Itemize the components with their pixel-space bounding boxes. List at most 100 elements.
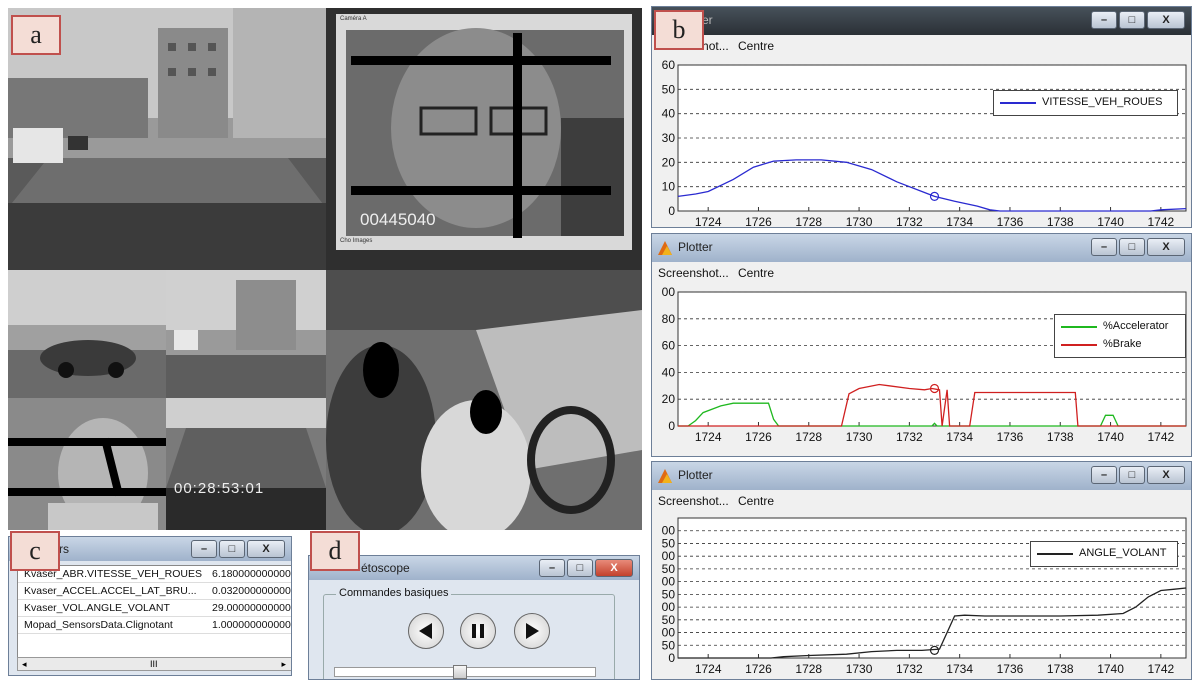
menu-screenshot[interactable]: Screenshot...: [658, 266, 729, 280]
x-tick-label: 1724: [695, 430, 722, 444]
x-tick-label: 1732: [896, 430, 923, 444]
close-button[interactable]: X: [247, 540, 285, 558]
minimize-button[interactable]: –: [1091, 238, 1117, 256]
maximize-button[interactable]: □: [567, 559, 593, 577]
video-mosaic: Caméra A 00445040 Cho Images 00:28:53:01: [8, 8, 642, 530]
x-tick-label: 1732: [896, 662, 923, 676]
scroll-grip-icon[interactable]: III: [150, 659, 158, 669]
minimize-button[interactable]: –: [191, 540, 217, 558]
y-tick-label: 30: [662, 131, 676, 145]
x-tick-label: 1740: [1097, 430, 1124, 444]
close-button[interactable]: X: [1147, 466, 1185, 484]
x-tick-label: 1730: [846, 215, 873, 227]
titlebar: Plotter – □ X: [652, 7, 1191, 35]
driver-side-camera: [8, 398, 166, 530]
signal-name: Kvaser_ACCEL.ACCEL_LAT_BRU...: [24, 585, 197, 597]
menu-centre[interactable]: Centre: [738, 494, 774, 508]
signal-name: Mopad_SensorsData.Clignotant: [24, 619, 173, 631]
x-tick-label: 1730: [846, 430, 873, 444]
driver-face-camera: Caméra A 00445040 Cho Images: [326, 8, 642, 270]
maximize-button[interactable]: □: [1119, 238, 1145, 256]
legend-label: VITESSE_VEH_ROUES: [1042, 96, 1163, 108]
magnetoscope-window: étoscope – □ X Commandes basiques: [308, 555, 640, 680]
frame-sub-label: Cho Images: [340, 238, 373, 244]
x-tick-label: 1738: [1047, 215, 1074, 227]
close-button[interactable]: X: [1147, 11, 1185, 29]
x-tick-label: 1734: [946, 215, 973, 227]
minimize-button[interactable]: –: [1091, 466, 1117, 484]
titlebar: Plotter – □ X: [652, 234, 1191, 262]
window-title: Plotter: [678, 468, 713, 482]
plot-background: [677, 517, 1187, 659]
timeline-slider[interactable]: [334, 665, 596, 679]
y-tick-label: 60: [662, 339, 676, 353]
x-tick-label: 1728: [795, 215, 822, 227]
scroll-left-arrow-icon[interactable]: ◂: [22, 659, 27, 670]
horizontal-scrollbar[interactable]: ◂ III ▸: [17, 657, 291, 671]
x-tick-label: 1724: [695, 662, 722, 676]
rewind-button[interactable]: [408, 613, 444, 649]
pause-icon: [472, 624, 484, 638]
close-button[interactable]: X: [595, 559, 633, 577]
speed-chart: 0 10 20 30 40 50 60 1724 1726 1728 1730 1732 1734 173…: [662, 58, 1187, 227]
plotter-app-icon: [658, 241, 672, 255]
window-title: étoscope: [361, 561, 410, 575]
window-title: Plotter: [678, 240, 713, 254]
table-row[interactable]: Mopad_SensorsData.Clignotant 1.0000000000…: [18, 617, 291, 634]
x-tick-label: 1738: [1047, 430, 1074, 444]
y-tick-label: 80: [662, 312, 676, 326]
plotter-window-steering: Plotter – □ X Screenshot... Centre 0 50 00…: [651, 461, 1192, 680]
y-tick-label: 10: [662, 180, 676, 194]
road-camera: 00:28:53:01: [166, 398, 326, 530]
menu-centre[interactable]: Centre: [738, 39, 774, 53]
x-tick-label: 1726: [745, 662, 772, 676]
table-row[interactable]: Kvaser_ACCEL.ACCEL_LAT_BRU... 0.032000000…: [18, 583, 291, 600]
legend-label: ANGLE_VOLANT: [1079, 547, 1167, 559]
y-tick-label: 0: [668, 419, 675, 433]
signal-value: 0.032000000000: [212, 585, 291, 597]
maximize-button[interactable]: □: [219, 540, 245, 558]
play-button[interactable]: [514, 613, 550, 649]
legend: ANGLE_VOLANT: [1030, 541, 1178, 567]
slider-thumb[interactable]: [453, 665, 467, 679]
titlebar: Plotter – □ X: [652, 462, 1191, 490]
y-tick-label: 60: [662, 58, 676, 72]
camera-label: Caméra A: [340, 16, 367, 22]
plotter-window-speed: Plotter – □ X Screenshot... Centre 0 10 20…: [651, 6, 1192, 228]
y-tick-label: 40: [662, 365, 676, 379]
plot-area: 0 20 40 60 80 00 1724 1726 1728 1730 1732 1734 1736 1…: [652, 284, 1191, 456]
y-tick-label: 00: [662, 285, 676, 299]
y-tick-label: 20: [662, 392, 676, 406]
maximize-button[interactable]: □: [1119, 11, 1145, 29]
plot-background: [677, 291, 1187, 427]
plot-area: 0 50 00 50 00 50 00 50 00 50 00 1724 1726 1728 1730 173…: [652, 512, 1191, 679]
x-tick-label: 1740: [1097, 215, 1124, 227]
scroll-right-arrow-icon[interactable]: ▸: [281, 659, 286, 670]
x-tick-label: 1732: [896, 215, 923, 227]
plot-area: 0 10 20 30 40 50 60 1724 1726 1728 1730 1732 1734 173…: [652, 57, 1191, 227]
menu-centre[interactable]: Centre: [738, 266, 774, 280]
x-tick-label: 1736: [997, 430, 1024, 444]
legend: VITESSE_VEH_ROUES: [993, 90, 1178, 116]
x-tick-label: 1742: [1148, 662, 1175, 676]
x-tick-label: 1726: [745, 215, 772, 227]
legend-swatch: [1037, 553, 1073, 555]
window-title: rs: [59, 542, 69, 556]
menubar: Screenshot... Centre: [652, 35, 1191, 57]
x-tick-label: 1730: [846, 662, 873, 676]
maximize-button[interactable]: □: [1119, 466, 1145, 484]
minimize-button[interactable]: –: [539, 559, 565, 577]
y-tick-label: 50: [662, 536, 676, 550]
pause-button[interactable]: [460, 613, 496, 649]
close-button[interactable]: X: [1147, 238, 1185, 256]
minimize-button[interactable]: –: [1091, 11, 1117, 29]
menu-screenshot[interactable]: Screenshot...: [658, 494, 729, 508]
signals-table: Kvaser_ABR.VITESSE_VEH_ROUES 6.1800000000…: [17, 565, 291, 659]
table-row[interactable]: Kvaser_VOL.ANGLE_VOLANT 29.000000000000: [18, 600, 291, 617]
play-forward-icon: [526, 623, 539, 639]
x-tick-label: 1736: [997, 215, 1024, 227]
signal-value: 6.180000000000: [212, 568, 291, 580]
menubar: Screenshot... Centre: [652, 262, 1191, 284]
y-tick-label: 00: [662, 575, 676, 589]
y-tick-label: 50: [662, 587, 676, 601]
